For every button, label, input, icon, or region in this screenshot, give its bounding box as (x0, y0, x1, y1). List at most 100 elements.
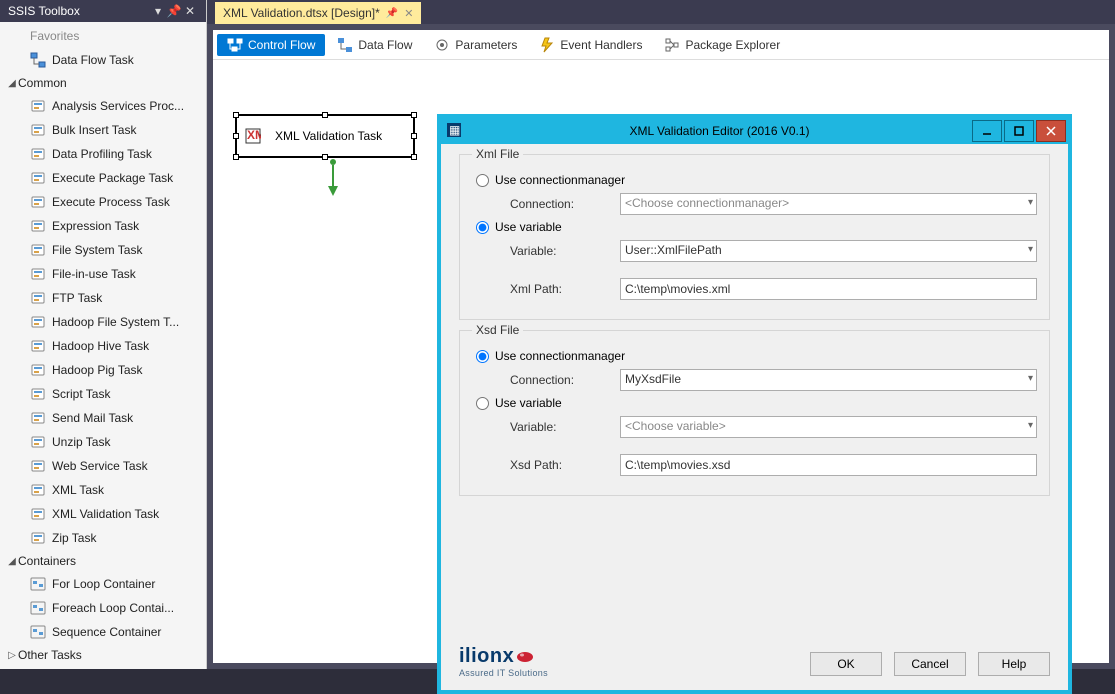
toolbox-item-label: Execute Process Task (52, 195, 170, 209)
tab-pin-icon[interactable]: 📌 (386, 8, 398, 19)
toolbox-item-label: Data Profiling Task (52, 147, 152, 161)
toolbox-item[interactable]: Bulk Insert Task (0, 118, 206, 142)
xml-use-connmgr-radio[interactable] (476, 174, 489, 187)
toolbox-pin-icon[interactable]: 📌 (166, 4, 182, 18)
toolbox-item[interactable]: Expression Task (0, 214, 206, 238)
data-flow-task-icon (30, 52, 46, 68)
task-icon (30, 506, 46, 522)
toolbox-close-icon[interactable]: ✕ (182, 4, 198, 18)
success-connector-arrow[interactable] (323, 158, 343, 198)
toolbox-dropdown-icon[interactable]: ▾ (150, 4, 166, 18)
xml-validation-editor-dialog: ▦ XML Validation Editor (2016 V0.1) Xml … (437, 114, 1072, 694)
document-tabbar: XML Validation.dtsx [Design]* 📌 ✕ (207, 0, 1115, 24)
editor-titlebar[interactable]: ▦ XML Validation Editor (2016 V0.1) (441, 118, 1068, 144)
toolbox-item[interactable]: Hadoop Hive Task (0, 334, 206, 358)
toolbox-item[interactable]: Script Task (0, 382, 206, 406)
toolbox-item[interactable]: Unzip Task (0, 430, 206, 454)
xsd-use-variable-radio[interactable] (476, 397, 489, 410)
toolbox-item[interactable]: XML Task (0, 478, 206, 502)
container-icon (30, 600, 46, 616)
toolbox-item[interactable]: Web Service Task (0, 454, 206, 478)
document-tab[interactable]: XML Validation.dtsx [Design]* 📌 ✕ (215, 2, 421, 24)
task-icon (30, 218, 46, 234)
tab-package-explorer[interactable]: Package Explorer (654, 34, 790, 56)
toolbox-item[interactable]: Zip Task (0, 526, 206, 550)
xml-use-variable-radio-row[interactable]: Use variable (476, 220, 1037, 234)
variable-label: Variable: (510, 244, 610, 258)
toolbox-item[interactable]: Sequence Container (0, 620, 206, 644)
toolbox-category-common[interactable]: ◢Common (0, 72, 206, 94)
svg-text:▦: ▦ (449, 123, 460, 137)
tab-label: Data Flow (358, 38, 412, 52)
task-icon (30, 290, 46, 306)
toolbox-category-containers[interactable]: ◢Containers (0, 550, 206, 572)
task-icon (30, 482, 46, 498)
toolbox-item[interactable]: Hadoop File System T... (0, 310, 206, 334)
task-icon (30, 266, 46, 282)
maximize-button[interactable] (1004, 120, 1034, 142)
toolbox-item-label: Web Service Task (52, 459, 148, 473)
tab-label: Event Handlers (560, 38, 642, 52)
toolbox-category-other[interactable]: ▷Other Tasks (0, 644, 206, 666)
toolbox-item[interactable]: FTP Task (0, 286, 206, 310)
tab-close-icon[interactable]: ✕ (404, 7, 413, 20)
xml-validation-task-box[interactable]: XML XML Validation Task (235, 114, 415, 158)
toolbox-item-label: Expression Task (52, 219, 139, 233)
task-icon (30, 362, 46, 378)
caret-down-icon: ◢ (6, 556, 18, 567)
connection-label: Connection: (510, 197, 610, 211)
xsd-file-legend: Xsd File (472, 323, 523, 337)
ok-button[interactable]: OK (810, 652, 882, 676)
tab-data-flow[interactable]: Data Flow (327, 34, 422, 56)
toolbox-item[interactable]: For Loop Container (0, 572, 206, 596)
toolbox-item-label: Execute Package Task (52, 171, 173, 185)
tab-control-flow[interactable]: Control Flow (217, 34, 325, 56)
tab-parameters[interactable]: Parameters (424, 34, 527, 56)
xsd-use-variable-radio-row[interactable]: Use variable (476, 396, 1037, 410)
toolbox-item[interactable]: Analysis Services Proc... (0, 94, 206, 118)
close-button[interactable] (1036, 120, 1066, 142)
minimize-button[interactable] (972, 120, 1002, 142)
help-button[interactable]: Help (978, 652, 1050, 676)
toolbox-item-label: Sequence Container (52, 625, 161, 639)
xsd-connection-select[interactable]: MyXsdFile (620, 369, 1037, 391)
container-icon (30, 576, 46, 592)
toolbox-item[interactable]: Foreach Loop Contai... (0, 596, 206, 620)
task-icon (30, 146, 46, 162)
variable-label: Variable: (510, 420, 610, 434)
vendor-logo: ilionx Assured IT Solutions (459, 645, 548, 678)
xsd-path-input[interactable] (620, 454, 1037, 476)
toolbox-item[interactable]: XML Validation Task (0, 502, 206, 526)
toolbox-item-label: FTP Task (52, 291, 102, 305)
toolbox-item[interactable]: File System Task (0, 238, 206, 262)
xml-connection-select[interactable]: <Choose connectionmanager> (620, 193, 1037, 215)
task-icon (30, 338, 46, 354)
toolbox-item-label: Bulk Insert Task (52, 123, 136, 137)
document-tab-label: XML Validation.dtsx [Design]* (223, 6, 380, 20)
design-canvas[interactable]: XML XML Validation Task ▦ XML Validation… (213, 60, 1109, 663)
toolbox-item[interactable]: Data Flow Task (0, 48, 206, 72)
toolbox-item[interactable]: Send Mail Task (0, 406, 206, 430)
toolbox-item[interactable]: Execute Package Task (0, 166, 206, 190)
toolbox-item[interactable]: Execute Process Task (0, 190, 206, 214)
xml-file-legend: Xml File (472, 147, 523, 161)
tab-label: Control Flow (248, 38, 315, 52)
editor-icon: ▦ (441, 122, 467, 141)
xml-path-input[interactable] (620, 278, 1037, 300)
radio-label: Use variable (495, 220, 562, 234)
xsd-variable-select[interactable]: <Choose variable> (620, 416, 1037, 438)
xsd-use-connmgr-radio-row[interactable]: Use connectionmanager (476, 349, 1037, 363)
tab-label: Package Explorer (685, 38, 780, 52)
toolbox-item[interactable]: Data Profiling Task (0, 142, 206, 166)
xml-use-connmgr-radio-row[interactable]: Use connectionmanager (476, 173, 1037, 187)
parameters-icon (434, 37, 450, 53)
event-handlers-icon (539, 37, 555, 53)
xsd-use-connmgr-radio[interactable] (476, 350, 489, 363)
toolbox-item[interactable]: Hadoop Pig Task (0, 358, 206, 382)
tab-event-handlers[interactable]: Event Handlers (529, 34, 652, 56)
xml-use-variable-radio[interactable] (476, 221, 489, 234)
cancel-button[interactable]: Cancel (894, 652, 966, 676)
xml-variable-select[interactable]: User::XmlFilePath (620, 240, 1037, 262)
logo-text: ilionx (459, 645, 514, 668)
toolbox-item[interactable]: File-in-use Task (0, 262, 206, 286)
